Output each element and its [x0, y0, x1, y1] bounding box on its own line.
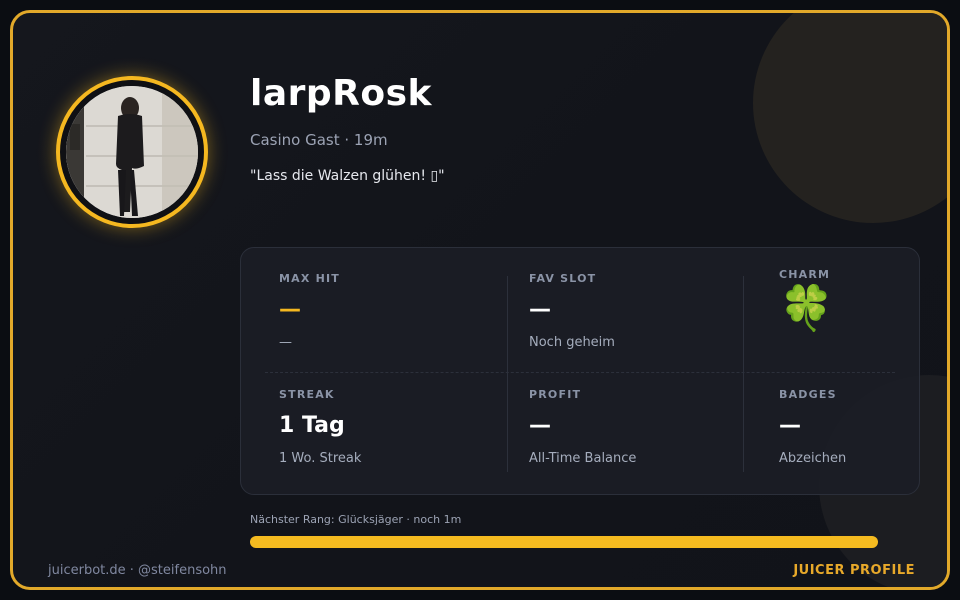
stat-label: BADGES: [779, 388, 837, 401]
stat-charm: CHARM 🍀: [779, 268, 834, 333]
decorative-circle: [753, 13, 947, 223]
stat-label: PROFIT: [529, 388, 582, 401]
stat-value: —: [779, 413, 801, 438]
avatar: [56, 76, 208, 228]
rank-progress-bar: [250, 536, 878, 548]
footer-brand: JUICER PROFILE: [793, 563, 915, 578]
stats-panel: MAX HIT — — FAV SLOT — Noch geheim CHARM…: [240, 247, 920, 495]
avatar-photo: [66, 86, 198, 218]
stat-label: CHARM: [779, 268, 831, 281]
stat-max-hit: MAX HIT — —: [279, 272, 340, 350]
footer-credits: juicerbot.de · @steifensohn: [48, 563, 227, 578]
stat-value: —: [279, 297, 301, 322]
stat-sub: 1 Wo. Streak: [279, 451, 362, 466]
stat-sub: All-Time Balance: [529, 451, 637, 466]
stat-label: FAV SLOT: [529, 272, 597, 285]
stat-badges: BADGES — Abzeichen: [779, 388, 846, 466]
stat-sub: Abzeichen: [779, 451, 847, 466]
four-leaf-clover-icon: 🍀: [779, 283, 834, 334]
stat-profit: PROFIT — All-Time Balance: [529, 388, 636, 466]
stat-value: —: [529, 297, 551, 322]
profile-name: larpRosk: [250, 73, 432, 114]
stat-label: STREAK: [279, 388, 335, 401]
stat-fav-slot: FAV SLOT — Noch geheim: [529, 272, 615, 350]
divider: [265, 372, 895, 373]
profile-subtitle: Casino Gast · 19m: [250, 131, 388, 149]
divider: [507, 276, 508, 472]
stat-value: 1 Tag: [279, 413, 345, 438]
avatar-image: [66, 86, 198, 218]
profile-quote: "Lass die Walzen glühen! ▯": [250, 168, 445, 184]
divider: [743, 276, 744, 472]
profile-card: larpRosk Casino Gast · 19m "Lass die Wal…: [10, 10, 950, 590]
next-rank-label: Nächster Rang: Glücksjäger · noch 1m: [250, 513, 462, 526]
stat-streak: STREAK 1 Tag 1 Wo. Streak: [279, 388, 361, 466]
stat-label: MAX HIT: [279, 272, 340, 285]
stat-sub: Noch geheim: [529, 335, 615, 350]
stat-value: —: [529, 413, 551, 438]
stat-sub: —: [279, 335, 292, 350]
rank-progress-fill: [250, 536, 878, 548]
